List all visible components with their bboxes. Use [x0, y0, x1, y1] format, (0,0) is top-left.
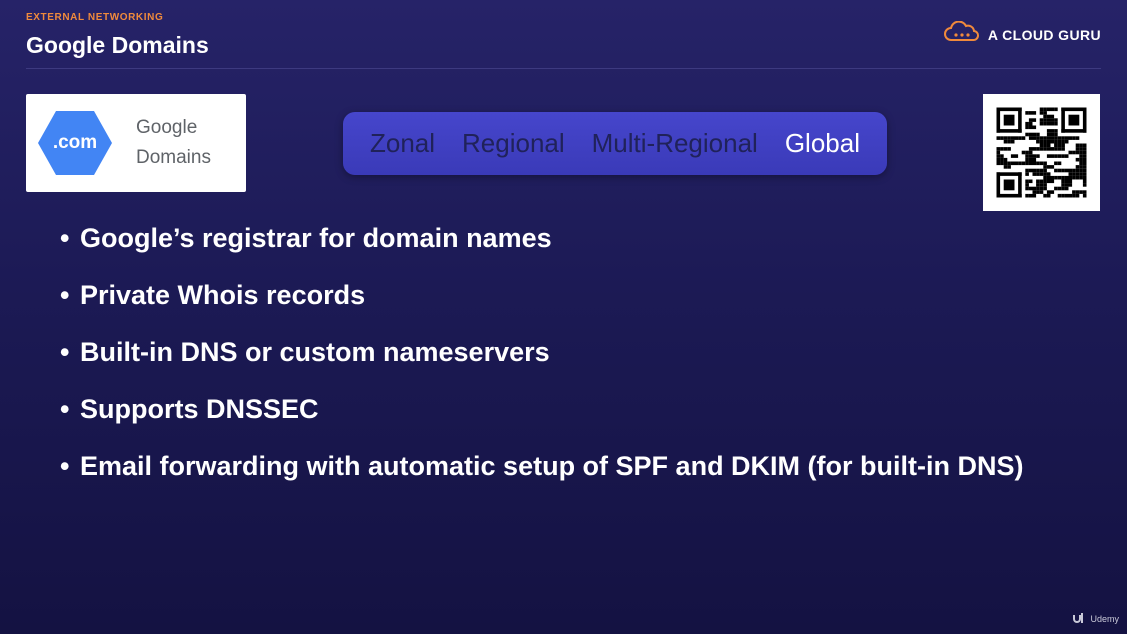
brand-logo: A CLOUD GURU — [942, 20, 1101, 48]
udemy-icon — [1072, 612, 1086, 626]
google-domains-logo-card: .com Google Domains — [26, 94, 246, 192]
scope-regional: Regional — [462, 128, 565, 158]
bullet-item: • Built-in DNS or custom nameservers — [60, 337, 550, 367]
logo-product-name: Google Domains — [136, 113, 211, 173]
bullet-item: • Email forwarding with automatic setup o… — [60, 451, 1024, 481]
udemy-text: Udemy — [1090, 614, 1119, 624]
scope-multi-regional: Multi-Regional — [591, 128, 758, 158]
scope-zonal: Zonal — [369, 128, 436, 158]
bullet-item: • Private Whois records — [60, 280, 366, 310]
bullet-list: • Google’s registrar for domain names • Pr… — [60, 220, 1024, 505]
logo-name-line2: Domains — [136, 147, 211, 168]
section-label: EXTERNAL NETWORKING — [26, 12, 164, 23]
header-divider — [26, 68, 1101, 69]
scope-global: Global — [784, 128, 860, 158]
bullet-item: • Supports DNSSEC — [60, 394, 319, 424]
logo-name-line1: Google — [136, 117, 198, 138]
bullet-item: • Google’s registrar for domain names — [60, 223, 552, 253]
scope-bar: Zonal Regional Multi-Regional Global — [343, 112, 887, 175]
domain-hex-icon: .com — [36, 109, 114, 177]
logo-badge-text: .com — [52, 132, 98, 153]
qr-code — [983, 94, 1100, 211]
udemy-watermark: Udemy — [1072, 612, 1119, 626]
cloud-icon — [942, 20, 980, 48]
brand-name: A CLOUD GURU — [987, 26, 1101, 43]
page-title: Google Domains — [26, 32, 209, 58]
